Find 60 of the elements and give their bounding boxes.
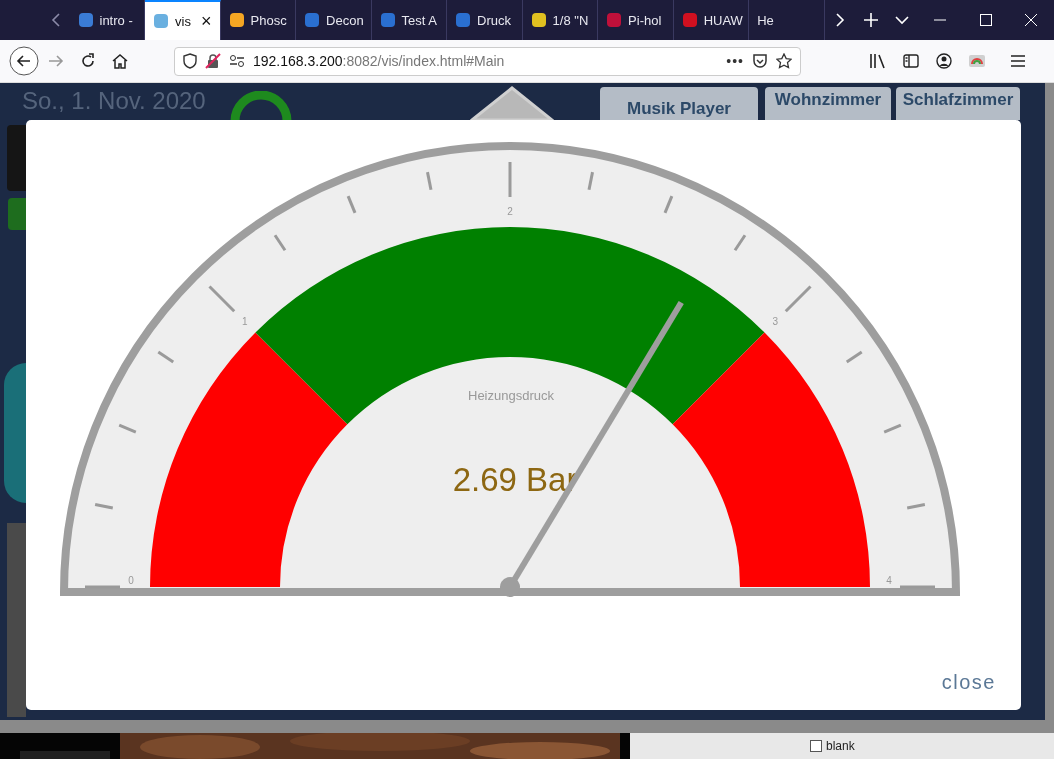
major-tick (508, 162, 512, 197)
address-bar[interactable]: 192.168.3.200:8082/vis/index.html#Main ••• (174, 46, 801, 76)
scale-label: 0 (128, 575, 134, 586)
browser-tab[interactable]: vis × (145, 0, 221, 40)
close-link[interactable]: close (941, 671, 996, 694)
gauge-title: Heizungsdruck (468, 388, 554, 403)
scroll-left-icon[interactable] (50, 13, 61, 27)
extension-icon[interactable] (967, 53, 986, 69)
major-tick (208, 285, 236, 313)
minor-tick (587, 171, 594, 191)
roof-icon (470, 86, 554, 120)
menu-icon[interactable] (1010, 55, 1025, 67)
close-tab-button[interactable]: × (201, 10, 212, 32)
minor-tick (94, 503, 114, 510)
minor-tick (157, 350, 175, 364)
minor-tick (906, 503, 926, 510)
close-icon[interactable] (1025, 14, 1038, 26)
status-tile (8, 198, 26, 230)
minor-tick (733, 234, 747, 252)
minor-tick (845, 350, 863, 364)
minor-tick (273, 234, 287, 252)
minor-tick (346, 195, 357, 214)
url-path: :8082/vis/index.html#Main (342, 53, 505, 69)
pocket-icon[interactable] (752, 53, 768, 69)
clock-tile (7, 125, 26, 191)
major-tick (784, 285, 812, 313)
new-tab-icon[interactable] (863, 13, 878, 27)
scale-label: 1 (242, 315, 248, 327)
checkbox-label: blank (826, 739, 855, 753)
url-host: 192.168.3.200 (253, 53, 343, 69)
minor-tick (118, 423, 137, 434)
permissions-icon[interactable] (229, 54, 245, 68)
room-button[interactable]: Schlafzimmer (896, 87, 1020, 120)
minor-tick (883, 423, 902, 434)
minor-tick (426, 171, 433, 191)
scale-label: 3 (772, 315, 778, 327)
tab-list-icon[interactable] (894, 15, 909, 25)
room-button[interactable]: Wohnzimmer (765, 87, 891, 120)
date-label: So., 1. Nov. 2020 (22, 87, 206, 115)
room-button[interactable]: Musik Player (600, 87, 758, 120)
scale-label: 2 (507, 206, 513, 217)
page-actions-button[interactable]: ••• (726, 53, 744, 69)
sidebar-icon[interactable] (902, 54, 919, 68)
scale-label: 4 (886, 575, 892, 586)
progress-ring-icon (230, 91, 292, 121)
major-tick (85, 585, 120, 589)
library-icon[interactable] (868, 53, 887, 69)
checkbox[interactable] (810, 740, 822, 752)
account-icon[interactable] (935, 53, 952, 69)
star-icon[interactable] (776, 53, 792, 69)
forward-icon[interactable] (48, 54, 64, 68)
back-icon[interactable] (9, 46, 39, 76)
home-icon[interactable] (112, 53, 128, 69)
scroll-right-icon[interactable] (835, 13, 846, 27)
minor-tick (663, 195, 674, 214)
major-tick (900, 585, 935, 589)
maximize-icon[interactable] (979, 14, 992, 26)
shield-icon[interactable] (183, 53, 197, 69)
reload-icon[interactable] (80, 53, 96, 69)
insecure-lock-icon[interactable] (205, 53, 221, 69)
